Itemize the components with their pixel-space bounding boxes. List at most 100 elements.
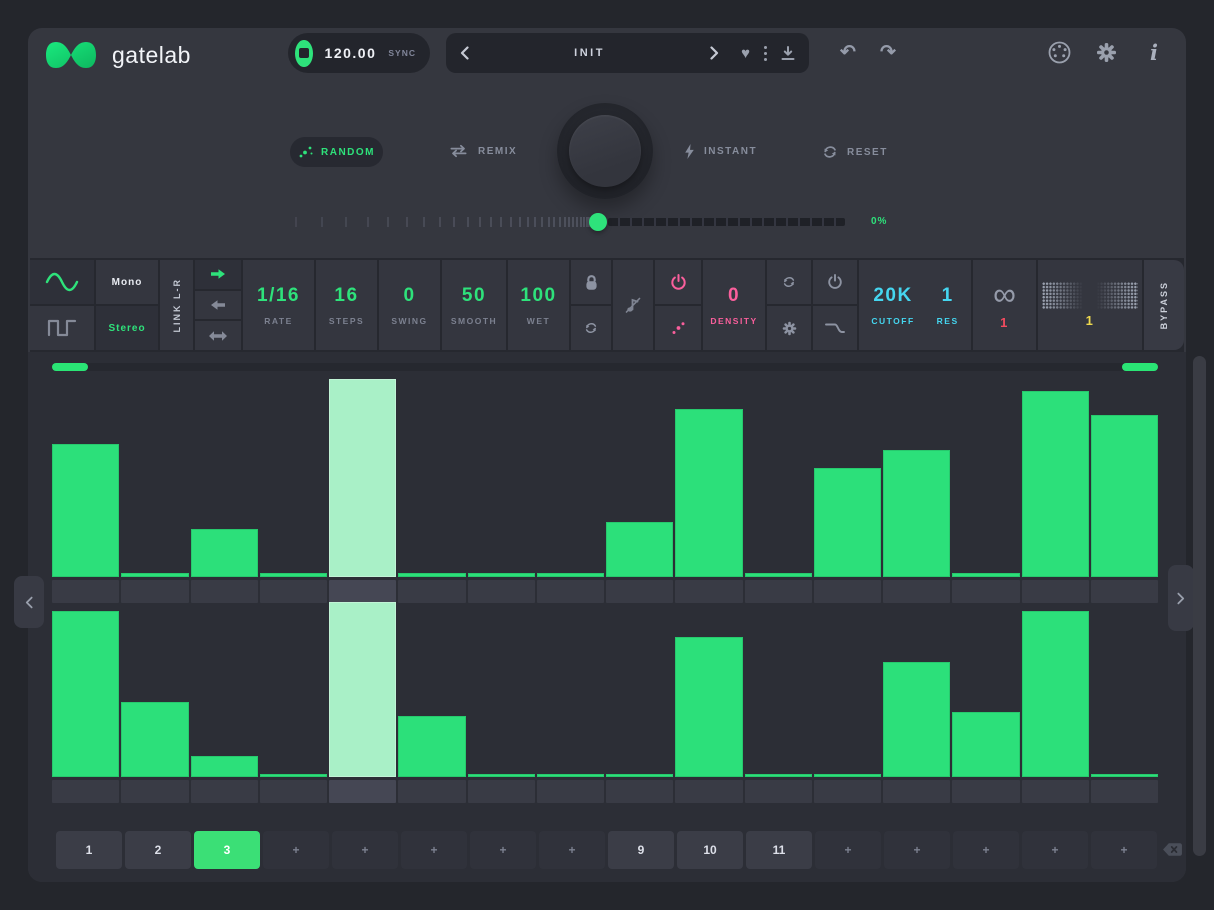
step-ghost-r2-5[interactable]: [329, 780, 396, 803]
step-ghost-r1-6[interactable]: [398, 580, 465, 603]
right-edge-strip[interactable]: [1193, 356, 1206, 856]
save-preset-button[interactable]: [781, 46, 795, 61]
loop-range-end-handle[interactable]: [1122, 363, 1158, 371]
cycle-steps-button[interactable]: [571, 306, 611, 350]
step-r2-6[interactable]: [398, 602, 465, 777]
undo-button[interactable]: ↶: [840, 41, 856, 64]
delete-pattern-button[interactable]: [1162, 842, 1183, 862]
pattern-slot-13[interactable]: +: [884, 831, 950, 869]
instant-button[interactable]: INSTANT: [684, 144, 757, 159]
step-r1-2[interactable]: [121, 379, 188, 577]
step-r2-13[interactable]: [883, 602, 950, 777]
step-r1-6[interactable]: [398, 379, 465, 577]
res-control[interactable]: 1 RES: [937, 285, 959, 326]
step-ghost-r1-13[interactable]: [883, 580, 950, 603]
filter-power-button[interactable]: [813, 260, 857, 304]
rate-control[interactable]: 1/16 RATE: [243, 260, 314, 350]
step-ghost-r1-1[interactable]: [52, 580, 119, 603]
mono-button[interactable]: Mono: [96, 260, 158, 304]
noise-variation-control[interactable]: 1: [1038, 260, 1142, 350]
settings-button[interactable]: [1096, 42, 1117, 63]
step-ghost-r1-8[interactable]: [537, 580, 604, 603]
step-ghost-r1-5[interactable]: [329, 580, 396, 603]
step-r1-11[interactable]: [745, 379, 812, 577]
step-r2-12[interactable]: [814, 602, 881, 777]
step-ghost-r2-7[interactable]: [468, 780, 535, 803]
step-ghost-r2-16[interactable]: [1091, 780, 1158, 803]
step-r2-16[interactable]: [1091, 602, 1158, 777]
step-ghost-r1-10[interactable]: [675, 580, 742, 603]
step-r2-14[interactable]: [952, 602, 1019, 777]
pattern-slot-15[interactable]: +: [1022, 831, 1088, 869]
pattern-slot-7[interactable]: +: [470, 831, 536, 869]
density-control[interactable]: 0 DENSITY: [703, 260, 765, 350]
step-r1-5[interactable]: [329, 379, 396, 577]
lock-steps-button[interactable]: [571, 260, 611, 304]
step-ghost-r2-1[interactable]: [52, 780, 119, 803]
bypass-toggle[interactable]: BYPASS: [1144, 260, 1184, 350]
step-ghost-r2-15[interactable]: [1022, 780, 1089, 803]
scroll-left-button[interactable]: [14, 576, 44, 628]
step-r2-5[interactable]: [329, 602, 396, 777]
favorite-button[interactable]: ♥: [741, 45, 750, 62]
preset-name[interactable]: INIT: [483, 47, 696, 59]
step-ghost-r1-11[interactable]: [745, 580, 812, 603]
step-ghost-r2-2[interactable]: [121, 780, 188, 803]
midi-settings-button[interactable]: [1048, 41, 1071, 64]
step-r2-1[interactable]: [52, 602, 119, 777]
pattern-slot-4[interactable]: +: [263, 831, 329, 869]
pattern-slot-11[interactable]: 11: [746, 831, 812, 869]
filter-cycle-button[interactable]: [767, 260, 811, 304]
step-ghost-r2-4[interactable]: [260, 780, 327, 803]
step-r1-3[interactable]: [191, 379, 258, 577]
step-ghost-r2-3[interactable]: [191, 780, 258, 803]
link-lr-toggle[interactable]: LINK L-R: [160, 260, 193, 350]
pattern-slot-8[interactable]: +: [539, 831, 605, 869]
step-r1-8[interactable]: [537, 379, 604, 577]
mute-notes-toggle[interactable]: [613, 260, 653, 350]
step-ghost-r2-14[interactable]: [952, 780, 1019, 803]
step-r1-15[interactable]: [1022, 379, 1089, 577]
pattern-slot-6[interactable]: +: [401, 831, 467, 869]
pattern-slot-2[interactable]: 2: [125, 831, 191, 869]
pattern-slot-5[interactable]: +: [332, 831, 398, 869]
bpm-value[interactable]: 120.00: [325, 45, 377, 61]
density-power-button[interactable]: [655, 260, 701, 304]
step-r2-8[interactable]: [537, 602, 604, 777]
step-ghost-r1-14[interactable]: [952, 580, 1019, 603]
steps-control[interactable]: 16 STEPS: [316, 260, 377, 350]
loop-length-control[interactable]: ∞ 1: [973, 260, 1036, 350]
step-r2-11[interactable]: [745, 602, 812, 777]
random-button[interactable]: RANDOM: [290, 137, 383, 167]
amount-slider-track[interactable]: [608, 218, 845, 226]
step-r2-10[interactable]: [675, 602, 742, 777]
preset-menu-button[interactable]: [764, 46, 767, 61]
step-ghost-r2-12[interactable]: [814, 780, 881, 803]
step-ghost-r2-8[interactable]: [537, 780, 604, 803]
step-ghost-r1-7[interactable]: [468, 580, 535, 603]
step-r1-12[interactable]: [814, 379, 881, 577]
step-r1-4[interactable]: [260, 379, 327, 577]
scroll-right-button[interactable]: [1168, 565, 1194, 631]
step-r1-9[interactable]: [606, 379, 673, 577]
step-ghost-r2-6[interactable]: [398, 780, 465, 803]
direction-reverse-button[interactable]: [195, 291, 241, 320]
step-r1-1[interactable]: [52, 379, 119, 577]
step-r2-2[interactable]: [121, 602, 188, 777]
pattern-slot-1[interactable]: 1: [56, 831, 122, 869]
step-ghost-r1-15[interactable]: [1022, 580, 1089, 603]
step-ghost-r1-2[interactable]: [121, 580, 188, 603]
step-r2-7[interactable]: [468, 602, 535, 777]
step-r2-9[interactable]: [606, 602, 673, 777]
density-random-button[interactable]: [655, 306, 701, 350]
wet-control[interactable]: 100 WET: [508, 260, 569, 350]
step-ghost-r2-13[interactable]: [883, 780, 950, 803]
step-ghost-r1-4[interactable]: [260, 580, 327, 603]
direction-forward-button[interactable]: [195, 260, 241, 289]
sync-toggle[interactable]: SYNC: [388, 48, 416, 58]
filter-settings-button[interactable]: [767, 306, 811, 350]
step-r2-15[interactable]: [1022, 602, 1089, 777]
step-r2-4[interactable]: [260, 602, 327, 777]
step-ghost-r1-16[interactable]: [1091, 580, 1158, 603]
redo-button[interactable]: ↷: [880, 41, 896, 64]
